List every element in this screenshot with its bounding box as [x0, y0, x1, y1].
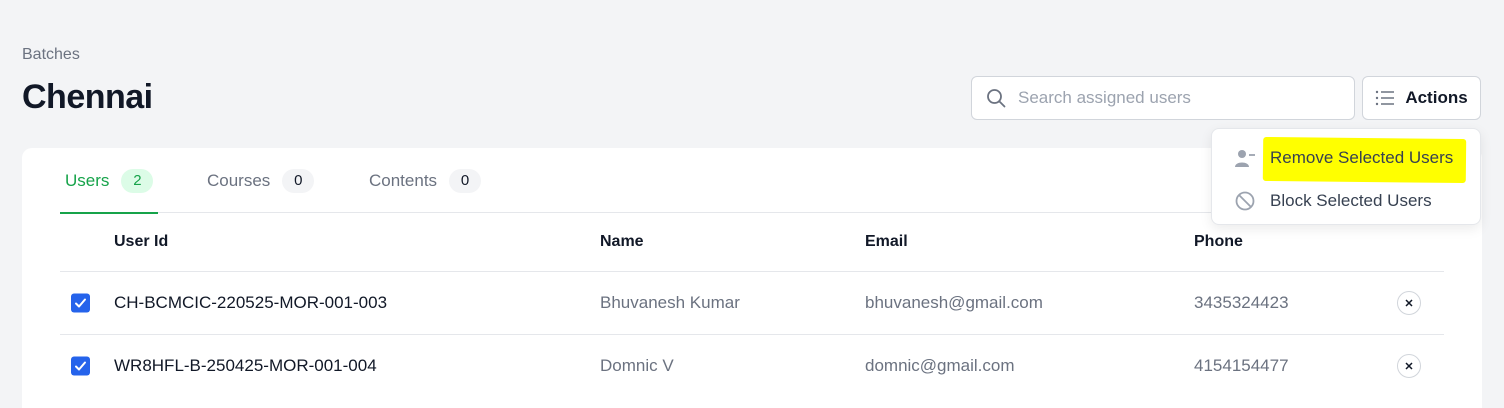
- menu-item-label: Remove Selected Users: [1270, 148, 1454, 167]
- check-icon: [75, 298, 86, 308]
- search-icon: [987, 89, 1006, 108]
- tab-courses[interactable]: Courses 0: [207, 148, 315, 213]
- email-cell: bhuvanesh@gmail.com: [865, 293, 1043, 312]
- tab-users-label: Users: [65, 170, 110, 190]
- table-row[interactable]: WR8HFL-B-250425-MOR-001-004 Domnic V dom…: [60, 334, 1444, 397]
- user-minus-icon: [1235, 150, 1255, 167]
- search-box[interactable]: [971, 76, 1355, 120]
- column-header-email: Email: [865, 233, 908, 250]
- user-id-cell: WR8HFL-B-250425-MOR-001-004: [114, 356, 377, 375]
- actions-dropdown-menu: Remove Selected Users Block Selected Use…: [1211, 128, 1481, 225]
- menu-item-label: Block Selected Users: [1270, 191, 1432, 210]
- close-icon: [1405, 362, 1413, 370]
- tab-contents-label: Contents: [369, 170, 438, 190]
- actions-button-label: Actions: [1405, 88, 1468, 107]
- row-checkbox[interactable]: [71, 293, 90, 313]
- user-id-cell: CH-BCMCIC-220525-MOR-001-003: [114, 293, 388, 312]
- name-cell: Domnic V: [600, 356, 674, 375]
- block-icon: [1235, 191, 1255, 211]
- list-icon: [1376, 90, 1395, 106]
- tab-courses-count: 0: [282, 168, 315, 193]
- tab-users[interactable]: Users 2: [60, 148, 159, 214]
- menu-item-remove-selected-users[interactable]: Remove Selected Users: [1212, 137, 1482, 177]
- check-icon: [75, 361, 86, 371]
- breadcrumb[interactable]: Batches: [22, 46, 80, 64]
- table-row[interactable]: CH-BCMCIC-220525-MOR-001-003 Bhuvanesh K…: [60, 271, 1444, 334]
- column-header-name: Name: [600, 233, 644, 250]
- remove-user-button[interactable]: [1397, 291, 1421, 315]
- column-header-user-id: User Id: [114, 233, 169, 250]
- actions-button[interactable]: Actions: [1362, 76, 1481, 120]
- email-cell: domnic@gmail.com: [865, 356, 1015, 375]
- page-title: Chennai: [22, 78, 153, 116]
- tab-contents-count: 0: [449, 168, 482, 193]
- phone-cell: 3435324423: [1194, 293, 1289, 312]
- search-input[interactable]: [1018, 88, 1338, 108]
- column-header-phone: Phone: [1194, 233, 1243, 250]
- close-icon: [1405, 299, 1413, 307]
- remove-user-button[interactable]: [1397, 354, 1421, 378]
- tab-users-count: 2: [121, 168, 154, 193]
- menu-item-block-selected-users[interactable]: Block Selected Users: [1212, 180, 1482, 220]
- row-checkbox[interactable]: [71, 356, 90, 376]
- name-cell: Bhuvanesh Kumar: [600, 293, 740, 312]
- tab-contents[interactable]: Contents 0: [369, 148, 482, 213]
- tab-courses-label: Courses: [207, 170, 271, 190]
- phone-cell: 4154154477: [1194, 356, 1289, 375]
